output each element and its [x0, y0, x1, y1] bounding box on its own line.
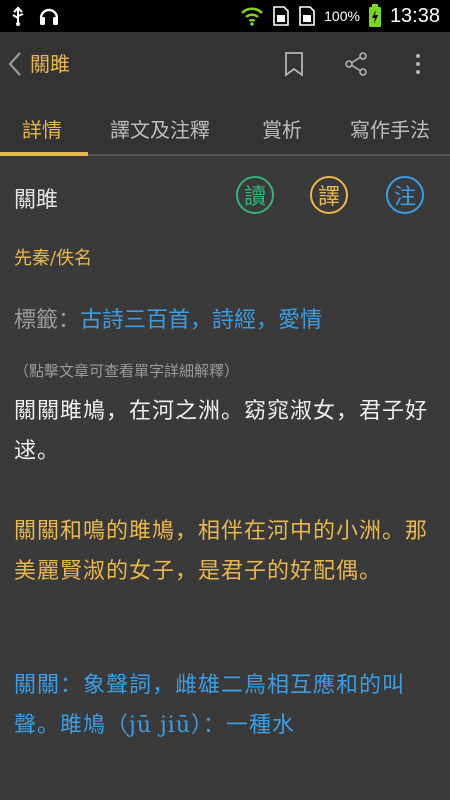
app-bar: 關雎 — [0, 32, 450, 96]
tag-link[interactable]: 愛情 — [278, 308, 322, 333]
clock: 13:38 — [389, 4, 440, 27]
status-bar: 100% 13:38 — [0, 0, 450, 32]
tab-details[interactable]: 詳情 — [22, 114, 62, 143]
sim-card-icon — [273, 6, 289, 26]
tags-row: 標籤：古詩三百首，詩經，愛情 — [14, 302, 322, 334]
headset-icon — [39, 8, 59, 25]
tab-translation-notes[interactable]: 譯文及注釋 — [110, 114, 210, 143]
author-line[interactable]: 先秦/佚名 — [14, 244, 92, 270]
wifi-icon — [241, 7, 264, 26]
tab-writing-technique[interactable]: 寫作手法 — [350, 114, 430, 143]
battery-percent: 100% — [324, 8, 360, 24]
poem-translation-text: 關關和鳴的雎鳩，相伴在河中的小洲。那美麗賢淑的女子，是君子的好配偶。 — [14, 519, 429, 584]
tab-appreciation[interactable]: 賞析 — [262, 114, 302, 143]
tag-separator: ， — [256, 308, 279, 333]
annotation-button[interactable]: 注 — [386, 176, 424, 214]
poem-original-text[interactable]: 關關雎鳩，在河之洲。窈窕淑女，君子好逑。 — [14, 392, 436, 472]
tab-bar: 詳情 譯文及注釋 賞析 寫作手法 — [0, 96, 450, 156]
poem-detail: 關雎 讀 譯 注 先秦/佚名 標籤：古詩三百首，詩經，愛情 （點擊文章可查看單字… — [0, 156, 450, 800]
poem-title: 關雎 — [14, 188, 59, 213]
tags-label: 標籤： — [14, 308, 81, 333]
more-vert-icon[interactable] — [404, 50, 432, 78]
bookmark-icon[interactable] — [280, 50, 308, 78]
share-icon[interactable] — [342, 50, 370, 78]
tap-hint: （點擊文章可查看單字詳細解釋） — [14, 362, 240, 380]
battery-charging-icon — [368, 4, 381, 27]
usb-icon — [12, 6, 24, 26]
chevron-left-icon[interactable] — [2, 48, 30, 80]
poem-annotation-text: 關關：象聲詞，雌雄二鳥相互應和的叫聲。雎鳩（jū jiū）：一種水 — [14, 673, 406, 738]
read-button[interactable]: 讀 — [236, 176, 274, 214]
tag-link[interactable]: 古詩三百首 — [80, 308, 190, 333]
page-title: 關雎 — [30, 52, 70, 76]
tag-link[interactable]: 詩經 — [212, 308, 256, 333]
tag-separator: ， — [190, 308, 213, 333]
translate-button[interactable]: 譯 — [310, 176, 348, 214]
sim-card-icon-2 — [299, 6, 315, 26]
